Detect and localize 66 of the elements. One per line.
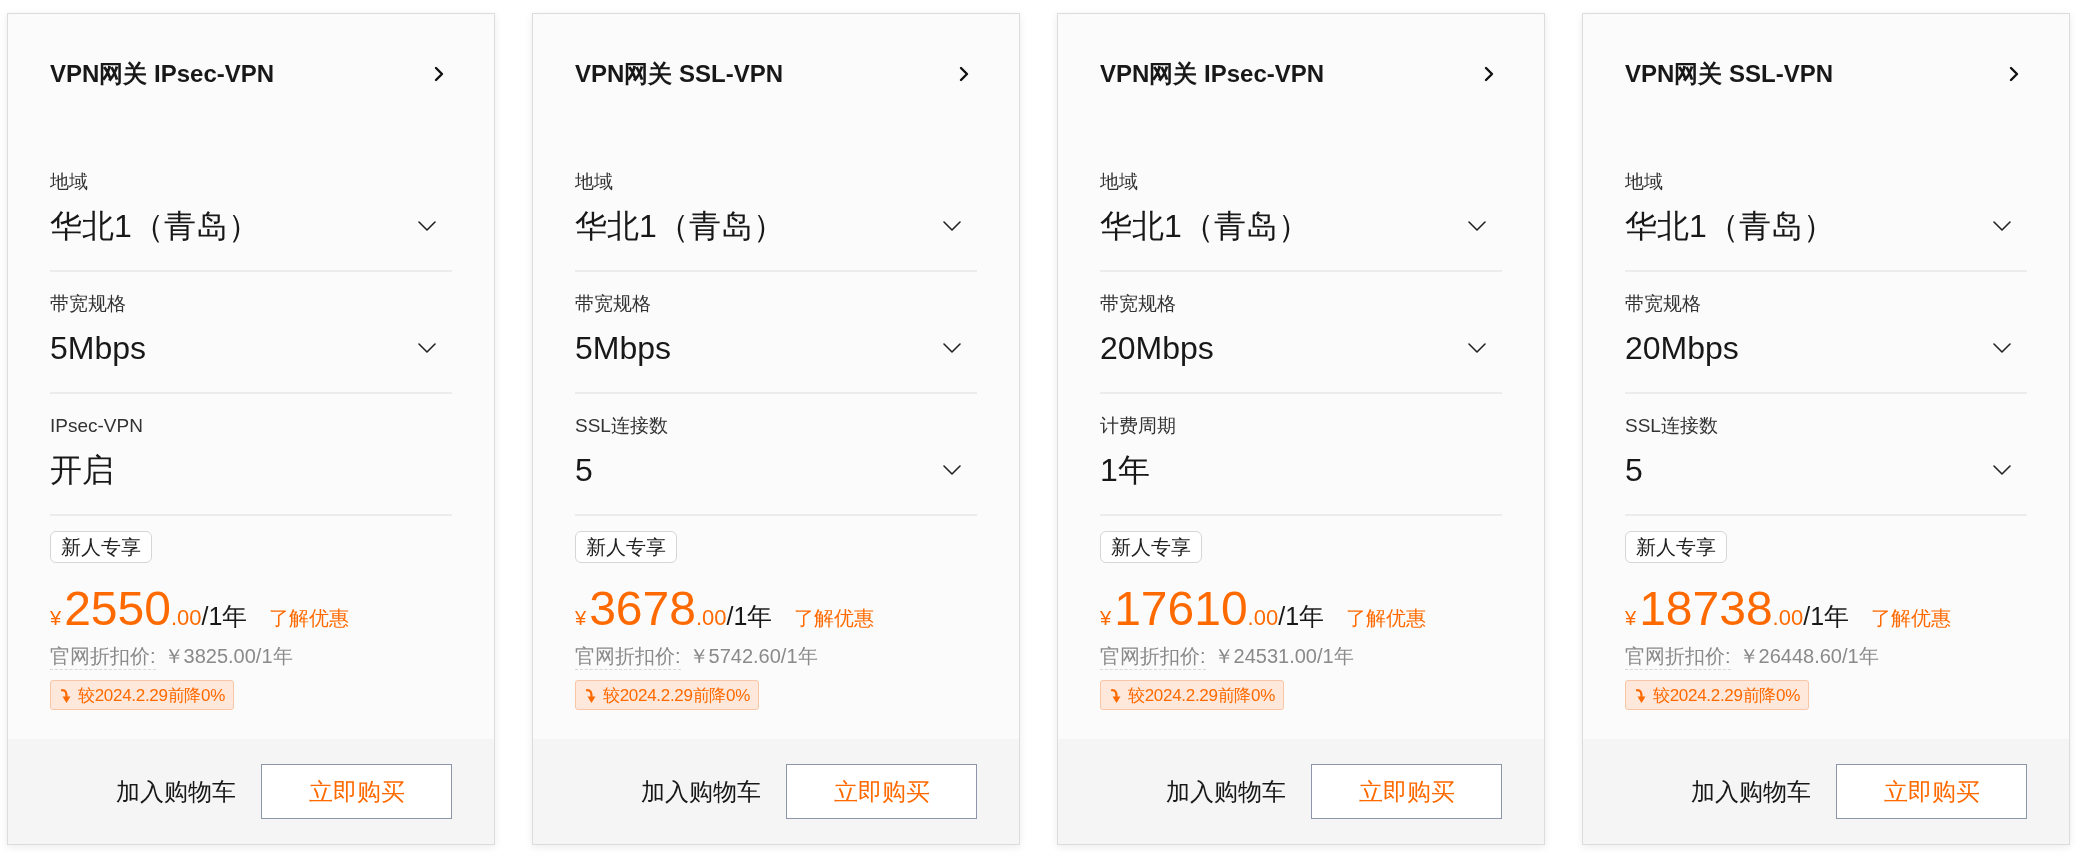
promo-tag: 新人专享 — [1100, 531, 1202, 563]
option-label: 带宽规格 — [575, 292, 651, 316]
chevron-down-icon — [943, 465, 961, 475]
option-label: 带宽规格 — [1100, 292, 1176, 316]
arrow-down-icon — [586, 687, 597, 703]
chevron-down-icon — [1993, 221, 2011, 231]
option-label: 地域 — [1100, 170, 1138, 194]
chevron-right-icon[interactable] — [434, 66, 444, 82]
product-title: VPN网关 SSL-VPN — [575, 60, 784, 88]
add-to-cart-button[interactable]: 加入购物车 — [1166, 775, 1286, 808]
chevron-down-icon — [1993, 343, 2011, 353]
option-label: 地域 — [50, 170, 88, 194]
option-dropdown[interactable]: 5 — [1625, 450, 2027, 490]
price: ¥2550.00/1年 — [50, 583, 248, 637]
list-price: ￥3825.00/1年 — [163, 644, 293, 669]
price: ¥18738.00/1年 — [1625, 583, 1850, 637]
price: ¥3678.00/1年 — [575, 583, 773, 637]
product-title: VPN网关 SSL-VPN — [1625, 60, 1834, 88]
chevron-right-icon[interactable] — [2009, 66, 2019, 82]
option-label: 带宽规格 — [1625, 292, 1701, 316]
chevron-down-icon — [1993, 465, 2011, 475]
option-label: IPsec-VPN — [50, 414, 143, 438]
option-label: 带宽规格 — [50, 292, 126, 316]
option-dropdown[interactable]: 华北1（青岛） — [1100, 206, 1502, 246]
option-label: SSL连接数 — [575, 414, 668, 438]
price-drop-text: 较2024.2.29前降0% — [603, 684, 750, 707]
price: ¥17610.00/1年 — [1100, 583, 1325, 637]
option-dropdown[interactable]: 20Mbps — [1100, 328, 1502, 368]
price-drop-text: 较2024.2.29前降0% — [1653, 684, 1800, 707]
option-dropdown[interactable]: 华北1（青岛） — [575, 206, 977, 246]
add-to-cart-button[interactable]: 加入购物车 — [116, 775, 236, 808]
option-dropdown[interactable]: 华北1（青岛） — [50, 206, 452, 246]
chevron-down-icon — [418, 343, 436, 353]
promo-tag: 新人专享 — [50, 531, 152, 563]
chevron-right-icon[interactable] — [959, 66, 969, 82]
option-dropdown[interactable]: 华北1（青岛） — [1625, 206, 2027, 246]
arrow-down-icon — [1111, 687, 1122, 703]
product-title: VPN网关 IPsec-VPN — [50, 60, 275, 88]
price-drop-text: 较2024.2.29前降0% — [78, 684, 225, 707]
arrow-down-icon — [61, 687, 72, 703]
list-price: ￥5742.60/1年 — [688, 644, 818, 669]
option-dropdown[interactable]: 5Mbps — [50, 328, 452, 368]
add-to-cart-button[interactable]: 加入购物车 — [1691, 775, 1811, 808]
chevron-down-icon — [1468, 343, 1486, 353]
option-dropdown[interactable]: 5 — [575, 450, 977, 490]
option-value: 1年 — [1100, 451, 1150, 490]
chevron-down-icon — [943, 221, 961, 231]
list-price: ￥26448.60/1年 — [1738, 644, 1879, 669]
product-title: VPN网关 IPsec-VPN — [1100, 60, 1325, 88]
option-label: SSL连接数 — [1625, 414, 1718, 438]
option-label: 地域 — [1625, 170, 1663, 194]
option-dropdown[interactable]: 20Mbps — [1625, 328, 2027, 368]
chevron-down-icon — [943, 343, 961, 353]
option-dropdown[interactable]: 5Mbps — [575, 328, 977, 368]
chevron-down-icon — [418, 221, 436, 231]
promo-tag: 新人专享 — [1625, 531, 1727, 563]
option-value: 开启 — [50, 451, 114, 490]
option-label: 计费周期 — [1100, 414, 1176, 438]
chevron-right-icon[interactable] — [1484, 66, 1494, 82]
price-drop-text: 较2024.2.29前降0% — [1128, 684, 1275, 707]
arrow-down-icon — [1636, 687, 1647, 703]
add-to-cart-button[interactable]: 加入购物车 — [641, 775, 761, 808]
list-price: ￥24531.00/1年 — [1213, 644, 1354, 669]
chevron-down-icon — [1468, 221, 1486, 231]
option-label: 地域 — [575, 170, 613, 194]
promo-tag: 新人专享 — [575, 531, 677, 563]
